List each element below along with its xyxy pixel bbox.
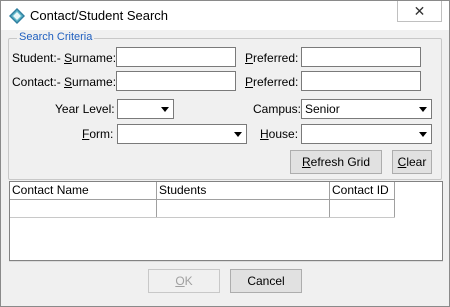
search-dialog: Contact/Student Search ✕ Search Criteria…: [0, 0, 450, 307]
house-dropdown[interactable]: [301, 124, 432, 144]
close-button[interactable]: ✕: [397, 1, 442, 22]
results-grid[interactable]: Contact Name Students Contact ID: [9, 181, 443, 261]
ok-button[interactable]: OK: [148, 269, 220, 293]
cell-contact-id[interactable]: [330, 200, 395, 217]
cell-contact-name[interactable]: [10, 200, 157, 217]
search-criteria-legend: Search Criteria: [17, 31, 95, 43]
window-title: Contact/Student Search: [30, 8, 169, 23]
close-icon: ✕: [413, 3, 426, 19]
contact-prefix-label: Contact:-: [12, 75, 61, 89]
app-diamond-icon: [9, 8, 25, 24]
campus-value: Senior: [305, 102, 340, 116]
clear-button[interactable]: Clear: [392, 150, 432, 174]
cancel-button[interactable]: Cancel: [230, 269, 302, 293]
contact-preferred-label: Preferred:: [245, 75, 299, 89]
chevron-down-icon: [159, 103, 171, 115]
footer-divider: [9, 261, 443, 262]
year-level-dropdown[interactable]: [117, 99, 174, 119]
refresh-grid-button[interactable]: Refresh Grid: [290, 150, 382, 174]
column-header-students[interactable]: Students: [157, 182, 330, 199]
student-preferred-input[interactable]: [301, 47, 421, 67]
contact-surname-input[interactable]: [116, 71, 236, 91]
grid-header: Contact Name Students Contact ID: [10, 182, 395, 200]
title-bar: Contact/Student Search ✕: [1, 1, 449, 30]
table-row[interactable]: [10, 200, 395, 218]
column-header-contact-id[interactable]: Contact ID: [330, 182, 395, 199]
year-level-label: Year Level:: [55, 102, 115, 116]
chevron-down-icon: [232, 128, 244, 140]
cell-students[interactable]: [157, 200, 330, 217]
contact-preferred-input[interactable]: [301, 71, 421, 91]
contact-surname-label: Surname:: [64, 75, 117, 89]
student-preferred-label: Preferred:: [245, 51, 299, 65]
campus-label: Campus:: [253, 102, 302, 116]
student-surname-label: Surname:: [64, 51, 117, 65]
house-label: House:: [260, 127, 299, 141]
column-header-contact-name[interactable]: Contact Name: [10, 182, 157, 199]
chevron-down-icon: [417, 128, 429, 140]
form-dropdown[interactable]: [117, 124, 247, 144]
student-surname-input[interactable]: [116, 47, 236, 67]
chevron-down-icon: [417, 103, 429, 115]
form-label: Form:: [82, 127, 114, 141]
campus-dropdown[interactable]: Senior: [301, 99, 432, 119]
student-prefix-label: Student:-: [12, 51, 61, 65]
